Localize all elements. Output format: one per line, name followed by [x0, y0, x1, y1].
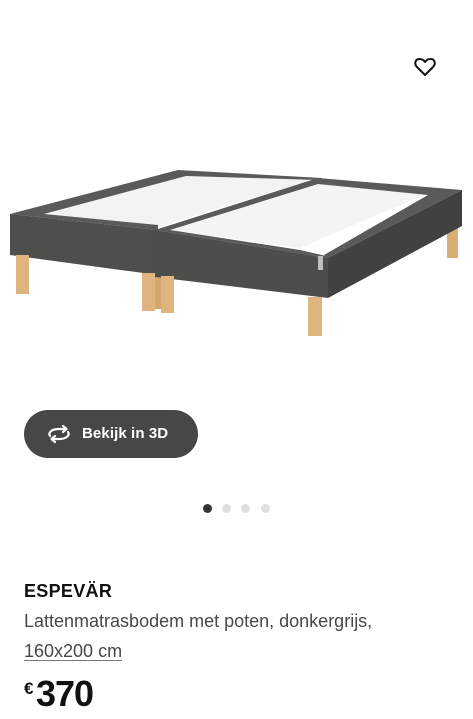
label-tag	[318, 256, 323, 270]
rotate-3d-icon	[48, 424, 70, 444]
carousel-dot-4[interactable]	[261, 504, 270, 513]
carousel-dot-3[interactable]	[241, 504, 250, 513]
view-3d-button[interactable]: Bekijk in 3D	[24, 410, 198, 458]
price-currency: €	[24, 679, 34, 698]
product-page: Bekijk in 3D ESPEVÄR Lattenmatrasbodem m…	[0, 0, 473, 719]
product-name: ESPEVÄR	[24, 581, 113, 601]
favorite-button[interactable]	[408, 50, 442, 84]
leg	[142, 273, 155, 311]
carousel-indicator	[0, 503, 473, 515]
product-image[interactable]	[0, 0, 473, 390]
carousel-dot-2[interactable]	[222, 504, 231, 513]
leg	[308, 297, 322, 336]
price-amount: 370	[36, 673, 94, 714]
product-size-link[interactable]: 160x200 cm	[24, 640, 122, 662]
bed-base-illustration	[10, 170, 462, 336]
leg	[16, 255, 29, 294]
leg	[161, 276, 174, 313]
heart-outline-icon	[414, 58, 436, 76]
carousel-dot-1[interactable]	[203, 504, 212, 513]
product-description: Lattenmatrasbodem met poten, donkergrijs…	[24, 611, 373, 631]
view-3d-label: Bekijk in 3D	[82, 425, 169, 442]
